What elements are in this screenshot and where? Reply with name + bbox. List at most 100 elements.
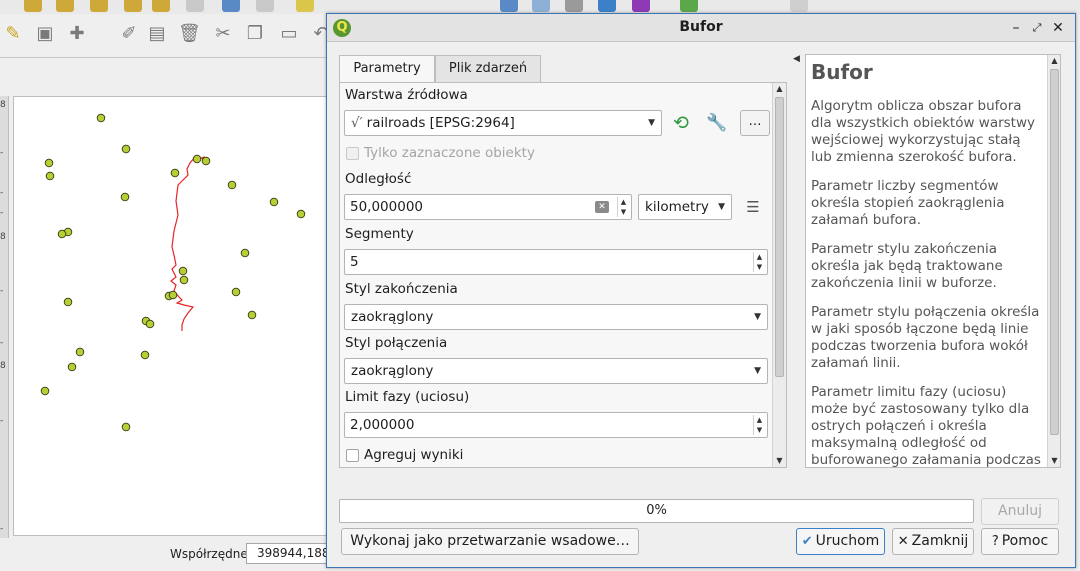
map-point: [140, 350, 150, 360]
zoom-last-icon[interactable]: [186, 0, 204, 12]
zoom-full-icon[interactable]: [90, 0, 108, 12]
help-paragraph: Parametr stylu zakończenia określa jak b…: [811, 241, 1003, 291]
distance-input[interactable]: 50,000000 ✕ ▲ ▼: [344, 194, 632, 220]
map-point: [227, 180, 237, 190]
map-point: [247, 310, 257, 320]
minimize-icon[interactable]: –: [1007, 18, 1025, 38]
pan-to-selection-icon[interactable]: [222, 0, 240, 12]
coord-input[interactable]: 398944,1881: [246, 543, 336, 564]
dissolve-label: Agreguj wyniki: [364, 447, 464, 463]
save-edits-icon[interactable]: ▣: [34, 22, 56, 46]
chevron-down-icon: ▼: [754, 366, 761, 376]
chevron-down-icon: ▼: [718, 202, 725, 212]
distance-value: 50,000000: [350, 199, 424, 215]
selected-only-label: Tylko zaznaczone obiekty: [364, 145, 535, 161]
cut-features-icon[interactable]: ✂: [212, 22, 234, 46]
coord-label: Współrzędne: [170, 547, 248, 561]
help-scrollbar[interactable]: ▲ ▼: [1047, 55, 1060, 467]
scroll-up-icon[interactable]: ▲: [773, 83, 786, 95]
miter-limit-spinner[interactable]: ▲ ▼: [753, 415, 765, 435]
attribute-table-icon[interactable]: [532, 0, 550, 12]
distance-label: Odległość: [345, 171, 412, 187]
annotation-icon[interactable]: [790, 0, 808, 12]
parameters-panel: Warstwa źródłowa √′ railroads [EPSG:2964]…: [339, 82, 787, 468]
source-layer-combo[interactable]: √′ railroads [EPSG:2964] ▼: [344, 110, 662, 136]
end-cap-value: zaokrąglony: [351, 309, 434, 325]
zoom-selection-icon[interactable]: [152, 0, 170, 12]
line-layer-icon: √′: [351, 115, 363, 131]
segments-spinner[interactable]: ▲ ▼: [753, 252, 765, 272]
edit-attributes-icon[interactable]: ▤: [146, 22, 168, 46]
map-point: [67, 362, 77, 372]
map-point: [75, 347, 85, 357]
panel-splitter[interactable]: ◀: [793, 52, 801, 472]
map-point: [296, 209, 306, 219]
chevron-down-icon: ▼: [754, 312, 761, 322]
map-point: [45, 171, 55, 181]
segments-input[interactable]: 5 ▲ ▼: [344, 249, 768, 275]
python-console-icon[interactable]: [632, 0, 650, 12]
help-title: Bufor: [811, 60, 873, 84]
join-style-combo[interactable]: zaokrąglony ▼: [344, 358, 768, 384]
toolbox-gear-icon[interactable]: [598, 0, 616, 12]
delete-selected-icon[interactable]: 🗑: [178, 22, 201, 46]
map-canvas[interactable]: [13, 96, 330, 536]
new-map-view-icon[interactable]: [256, 0, 274, 12]
scrollbar-thumb[interactable]: [1050, 69, 1059, 435]
identify-icon[interactable]: [500, 0, 518, 12]
distance-spinner[interactable]: ▲ ▼: [617, 197, 629, 217]
map-tips-icon[interactable]: [680, 0, 698, 12]
segments-label: Segmenty: [345, 226, 414, 242]
scroll-down-icon[interactable]: ▼: [773, 455, 786, 467]
batch-process-button[interactable]: Wykonaj jako przetwarzanie wsadowe…: [341, 528, 639, 555]
copy-features-icon[interactable]: ❐: [244, 22, 266, 46]
scrollbar-thumb[interactable]: [775, 97, 784, 377]
miter-limit-value: 2,000000: [350, 417, 415, 433]
scroll-up-icon[interactable]: ▲: [1048, 55, 1060, 67]
iterate-refresh-icon[interactable]: ⟲: [668, 110, 694, 136]
field-calculator-icon[interactable]: [565, 0, 583, 12]
toggle-edit-pencil-icon[interactable]: ✎: [2, 22, 24, 46]
zoom-layer-icon[interactable]: [124, 0, 142, 12]
close-icon: ✕: [897, 534, 909, 549]
map-point: [120, 192, 130, 202]
add-feature-icon[interactable]: ✚: [66, 22, 88, 46]
close-button[interactable]: ✕ Zamknij: [892, 528, 974, 555]
end-cap-combo[interactable]: zaokrąglony ▼: [344, 304, 768, 330]
dissolve-checkbox[interactable]: [346, 449, 359, 462]
map-point: [240, 248, 250, 258]
map-point: [168, 290, 178, 300]
tab-log[interactable]: Plik zdarzeń: [435, 55, 541, 82]
scroll-down-icon[interactable]: ▼: [1048, 455, 1060, 467]
help-panel: Bufor Algorytm oblicza obszar bufora dla…: [805, 54, 1061, 468]
clear-icon[interactable]: ✕: [595, 201, 609, 213]
checkmark-icon: ✔: [801, 534, 813, 549]
cancel-button[interactable]: Anuluj: [981, 498, 1059, 525]
map-point: [192, 154, 202, 164]
parameters-scrollbar[interactable]: ▲ ▼: [772, 83, 786, 467]
progress-bar: 0%: [339, 499, 974, 523]
dialog-titlebar[interactable]: Q Bufor – ⤢ ✕: [327, 14, 1075, 42]
zoom-out-icon[interactable]: [56, 0, 74, 12]
distance-unit-combo[interactable]: kilometry ▼: [638, 194, 732, 220]
maximize-icon[interactable]: ⤢: [1028, 18, 1046, 38]
bookmark-icon[interactable]: [296, 0, 314, 12]
help-button[interactable]: ? Pomoc: [981, 528, 1059, 555]
browse-button[interactable]: …: [740, 110, 770, 136]
miter-limit-input[interactable]: 2,000000 ▲ ▼: [344, 412, 768, 438]
paste-features-icon[interactable]: ▭: [278, 22, 300, 46]
selected-only-checkbox[interactable]: [346, 147, 359, 160]
map-point: [201, 156, 211, 166]
map-point: [170, 168, 180, 178]
map-point: [269, 197, 279, 207]
advanced-wrench-icon[interactable]: 🔧: [704, 110, 730, 136]
data-defined-override-icon[interactable]: ☰: [740, 194, 766, 220]
collapse-help-icon[interactable]: ◀: [793, 54, 800, 64]
map-point: [178, 266, 188, 276]
close-window-icon[interactable]: ✕: [1049, 18, 1067, 38]
run-button[interactable]: ✔ Uruchom: [796, 528, 885, 555]
tab-parameters[interactable]: Parametry: [339, 55, 435, 83]
close-label: Zamknij: [911, 533, 969, 549]
vertex-tool-icon[interactable]: ✐: [118, 22, 140, 46]
zoom-in-icon[interactable]: [24, 0, 42, 12]
